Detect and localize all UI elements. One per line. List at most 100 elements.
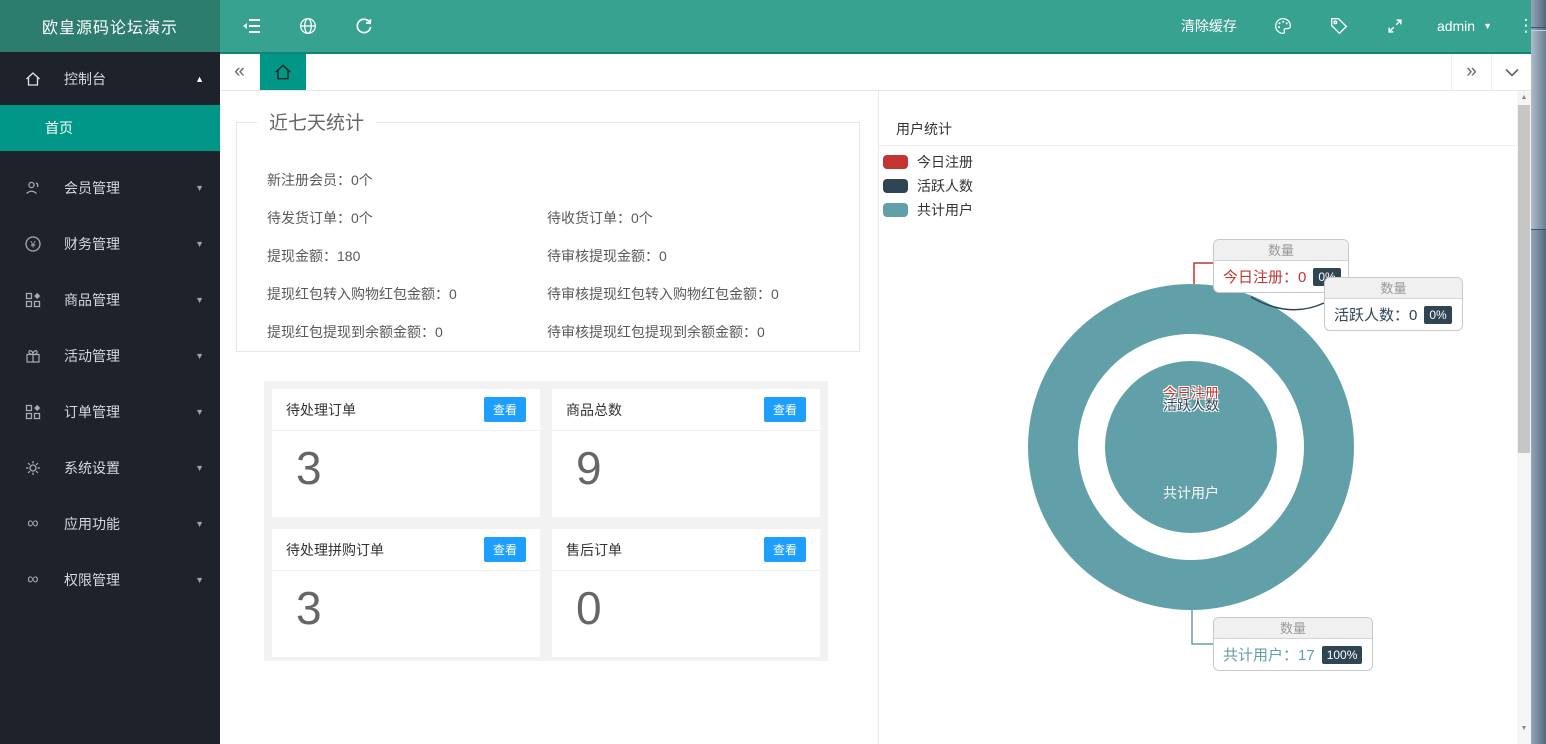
sidebar-item-label: 会员管理: [64, 178, 120, 198]
view-button[interactable]: 查看: [764, 537, 806, 562]
card-value: 9: [552, 431, 820, 495]
stat-value: 待审核提现红包转入购物红包金额：0: [547, 284, 779, 304]
window-scrollbar-button[interactable]: [1531, 0, 1546, 28]
gift-icon: [24, 347, 42, 365]
kpi-cards-grid: 待处理订单 查看 3 商品总数 查看 9 待处理拼购订单 查看 3: [272, 389, 820, 657]
card-pending-group-orders: 待处理拼购订单 查看 3: [272, 529, 540, 657]
sidebar-item-finance[interactable]: ¥ 财务管理 ▼: [0, 216, 220, 272]
sidebar-item-members[interactable]: 会员管理 ▼: [0, 160, 220, 216]
window-scrollbar[interactable]: [1531, 0, 1546, 744]
language-button[interactable]: [280, 0, 336, 52]
stat-value: 待收货订单：0个: [547, 208, 653, 228]
svg-text:¥: ¥: [29, 240, 36, 251]
stat-value: 待审核提现红包提现到余额金额：0: [547, 322, 765, 342]
sidebar-menu: 会员管理 ▼ ¥ 财务管理 ▼ 商品管理 ▼ 活动管理 ▼: [0, 160, 220, 608]
callout-total: 数量 共计用户：17 100%: [1213, 617, 1373, 671]
card-title: 商品总数: [566, 400, 622, 420]
sidebar-item-permissions[interactable]: ∞ 权限管理 ▼: [0, 552, 220, 608]
topbar-right-actions: 清除缓存 admin ▼ ⋮: [1163, 0, 1546, 52]
sidebar-item-label: 应用功能: [64, 514, 120, 534]
card-title: 售后订单: [566, 540, 622, 560]
sidebar-item-label: 权限管理: [64, 570, 120, 590]
refresh-button[interactable]: [336, 0, 392, 52]
tab-options-button[interactable]: [1491, 54, 1531, 90]
chevron-down-icon: ▼: [195, 239, 204, 249]
theme-button[interactable]: [1255, 0, 1311, 52]
view-button[interactable]: 查看: [484, 537, 526, 562]
kpi-cards-section: 待处理订单 查看 3 商品总数 查看 9 待处理拼购订单 查看 3: [264, 381, 828, 661]
chevron-down-icon: ▼: [195, 351, 204, 361]
sidebar-item-orders[interactable]: 订单管理 ▼: [0, 384, 220, 440]
sidebar-item-activities[interactable]: 活动管理 ▼: [0, 328, 220, 384]
user-stats-pie-chart: [879, 91, 1518, 744]
grid-icon: [24, 291, 42, 309]
tag-button[interactable]: [1311, 0, 1367, 52]
scroll-down-icon[interactable]: ▼: [1517, 725, 1531, 732]
pie-label-total: 共计用户: [1163, 483, 1219, 503]
card-header: 售后订单 查看: [552, 529, 820, 571]
callout-text: 共计用户：17: [1223, 644, 1315, 665]
pie-label-active: 活跃人数: [1163, 395, 1219, 415]
sidebar-item-label: 订单管理: [64, 402, 120, 422]
callout-body: 共计用户：17 100%: [1214, 639, 1372, 670]
callout-text: 今日注册：0: [1223, 266, 1306, 287]
card-total-products: 商品总数 查看 9: [552, 389, 820, 517]
chevron-down-icon: ▼: [195, 575, 204, 585]
card-title: 待处理拼购订单: [286, 540, 384, 560]
clear-cache-button[interactable]: 清除缓存: [1163, 16, 1255, 36]
leader-line-total: [1192, 610, 1213, 644]
card-aftersale-orders: 售后订单 查看 0: [552, 529, 820, 657]
sidebar-item-app-features[interactable]: ∞ 应用功能 ▼: [0, 496, 220, 552]
main-content: 近七天统计 新注册会员：0个 待发货订单：0个 待收货订单：0个 提现金额：18…: [220, 91, 1517, 744]
window-scrollbar-thumb[interactable]: [1531, 30, 1546, 230]
fullscreen-button[interactable]: [1367, 0, 1423, 52]
chevron-up-icon: ▲: [195, 74, 204, 84]
users-icon: [24, 179, 42, 197]
chevron-down-icon: ▼: [195, 463, 204, 473]
sidebar-item-console[interactable]: 控制台 ▲: [0, 52, 220, 105]
card-title: 待处理订单: [286, 400, 356, 420]
scroll-tabs-left-button[interactable]: «: [220, 54, 260, 90]
callout-text: 活跃人数：0: [1334, 304, 1417, 325]
username: admin: [1437, 18, 1475, 34]
sidebar-item-products[interactable]: 商品管理 ▼: [0, 272, 220, 328]
user-menu[interactable]: admin ▼: [1423, 18, 1506, 34]
stats-row: 新注册会员：0个: [237, 161, 859, 199]
scrollbar-thumb[interactable]: [1518, 105, 1530, 453]
callout-body: 活跃人数：0 0%: [1325, 299, 1462, 330]
card-header: 商品总数 查看: [552, 389, 820, 431]
callout-active: 数量 活跃人数：0 0%: [1324, 277, 1463, 331]
view-button[interactable]: 查看: [484, 397, 526, 422]
user-stats-panel: 用户统计 今日注册 活跃人数 共计用户 今日注: [878, 91, 1517, 744]
topbar: 欧皇源码论坛演示 清除缓存: [0, 0, 1546, 52]
stats-row: 待发货订单：0个 待收货订单：0个: [237, 199, 859, 237]
stats-row: 提现红包转入购物红包金额：0 待审核提现红包转入购物红包金额：0: [237, 275, 859, 313]
stat-value: 待发货订单：0个: [267, 208, 547, 228]
yen-circle-icon: ¥: [24, 235, 42, 253]
content-scrollbar[interactable]: ▲ ▼: [1517, 91, 1531, 744]
stat-value: 待审核提现金额：0: [547, 246, 667, 266]
callout-header: 数量: [1325, 278, 1462, 299]
collapse-sidebar-button[interactable]: [224, 0, 280, 52]
scroll-tabs-right-button[interactable]: »: [1451, 54, 1491, 90]
card-pending-orders: 待处理订单 查看 3: [272, 389, 540, 517]
globe-icon: [297, 15, 319, 37]
topbar-left-actions: [224, 0, 392, 52]
card-value: 3: [272, 571, 540, 635]
percent-badge: 100%: [1322, 646, 1363, 664]
sidebar-item-label: 控制台: [64, 69, 106, 89]
tab-home[interactable]: [260, 54, 306, 90]
scroll-up-icon[interactable]: ▲: [1517, 94, 1531, 101]
view-button[interactable]: 查看: [764, 397, 806, 422]
sidebar-item-label: 系统设置: [64, 458, 120, 478]
palette-icon: [1272, 15, 1294, 37]
stats-row: 提现红包提现到余额金额：0 待审核提现红包提现到余额金额：0: [237, 313, 859, 351]
home-icon: [273, 62, 293, 82]
chevron-down-icon: ▼: [195, 519, 204, 529]
stat-value: 提现金额：180: [267, 246, 547, 266]
chevron-down-icon: [1505, 68, 1519, 77]
sidebar-item-settings[interactable]: 系统设置 ▼: [0, 440, 220, 496]
sidebar: 控制台 ▲ 首页 会员管理 ▼ ¥ 财务管理 ▼ 商品管理 ▼: [0, 52, 220, 744]
sidebar-item-home[interactable]: 首页: [0, 105, 220, 151]
card-header: 待处理拼购订单 查看: [272, 529, 540, 571]
